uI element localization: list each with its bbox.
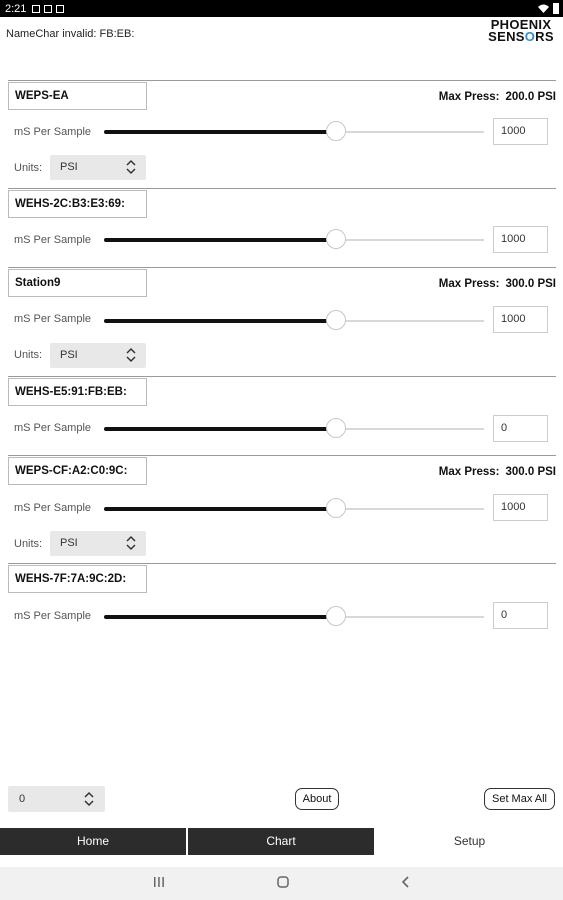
sample-rate-slider[interactable] bbox=[104, 310, 484, 330]
slider-thumb[interactable] bbox=[325, 121, 346, 141]
sensor-name-field[interactable]: Station9 bbox=[8, 269, 147, 297]
chevron-updown-icon bbox=[126, 347, 136, 363]
wifi-icon bbox=[538, 4, 549, 13]
sensor-count-select[interactable]: 0 bbox=[8, 786, 105, 812]
sensor-section: WEPS-EA Max Press: 200.0 PSI mS Per Sampl… bbox=[8, 80, 556, 189]
notification-icon bbox=[32, 4, 41, 13]
units-label: Units: bbox=[14, 538, 43, 550]
back-icon[interactable] bbox=[399, 875, 413, 889]
sensor-name-field[interactable]: WEHS-2C:B3:E3:69: bbox=[8, 190, 147, 218]
sensor-name-field[interactable]: WEPS-EA bbox=[8, 82, 147, 110]
status-bar: 2:21 bbox=[0, 0, 563, 17]
sensor-name-field[interactable]: WEHS-E5:91:FB:EB: bbox=[8, 378, 147, 406]
ms-value-field[interactable]: 0 bbox=[493, 602, 548, 629]
slider-thumb[interactable] bbox=[325, 310, 346, 330]
ms-per-sample-label: mS Per Sample bbox=[14, 422, 92, 434]
tab-bar: Home Chart Setup bbox=[0, 828, 563, 855]
notification-icon bbox=[56, 4, 65, 13]
sensor-name-field[interactable]: WEPS-CF:A2:C0:9C: bbox=[8, 457, 147, 485]
sample-rate-slider[interactable] bbox=[104, 229, 484, 249]
slider-thumb[interactable] bbox=[325, 418, 346, 438]
units-label: Units: bbox=[14, 349, 43, 361]
status-message: NameChar invalid: FB:EB: bbox=[6, 28, 135, 40]
ms-per-sample-label: mS Per Sample bbox=[14, 313, 92, 325]
tab-setup[interactable]: Setup bbox=[376, 828, 563, 855]
ms-value-field[interactable]: 1000 bbox=[493, 494, 548, 521]
chevron-updown-icon bbox=[126, 535, 136, 551]
ms-per-sample-label: mS Per Sample bbox=[14, 126, 92, 138]
sensor-section: WEHS-E5:91:FB:EB: mS Per Sample 0 bbox=[8, 376, 556, 456]
slider-thumb[interactable] bbox=[325, 229, 346, 249]
max-press-readout: Max Press: 300.0 PSI bbox=[438, 278, 556, 290]
ms-per-sample-label: mS Per Sample bbox=[14, 502, 92, 514]
system-nav-bar bbox=[0, 867, 563, 900]
recent-apps-icon[interactable] bbox=[152, 875, 166, 889]
sample-rate-slider[interactable] bbox=[104, 498, 484, 518]
units-select[interactable]: PSI bbox=[50, 531, 146, 556]
sensor-name-field[interactable]: WEHS-7F:7A:9C:2D: bbox=[8, 565, 147, 593]
sample-rate-slider[interactable] bbox=[104, 606, 484, 626]
sensor-section: Station9 Max Press: 300.0 PSI mS Per Samp… bbox=[8, 267, 556, 377]
phoenix-sensors-logo: PHOENIX SENSORS bbox=[488, 17, 554, 44]
sensor-section: WEHS-7F:7A:9C:2D: mS Per Sample 0 bbox=[8, 563, 556, 644]
units-select[interactable]: PSI bbox=[50, 343, 146, 368]
chevron-updown-icon bbox=[84, 791, 94, 807]
max-press-readout: Max Press: 300.0 PSI bbox=[438, 466, 556, 478]
units-select[interactable]: PSI bbox=[50, 155, 146, 180]
slider-thumb[interactable] bbox=[325, 606, 346, 626]
ms-value-field[interactable]: 1000 bbox=[493, 306, 548, 333]
sensor-section: WEPS-CF:A2:C0:9C: Max Press: 300.0 PSI mS… bbox=[8, 455, 556, 564]
units-label: Units: bbox=[14, 162, 43, 174]
sensor-section: WEHS-2C:B3:E3:69: mS Per Sample 1000 bbox=[8, 188, 556, 268]
set-max-all-button[interactable]: Set Max All bbox=[484, 788, 555, 810]
sample-rate-slider[interactable] bbox=[104, 418, 484, 438]
battery-icon bbox=[553, 3, 559, 14]
sample-rate-slider[interactable] bbox=[104, 121, 484, 141]
image-icon bbox=[44, 4, 53, 13]
max-press-readout: Max Press: 200.0 PSI bbox=[438, 91, 556, 103]
chevron-updown-icon bbox=[126, 159, 136, 175]
tab-home[interactable]: Home bbox=[0, 828, 186, 855]
ms-value-field[interactable]: 1000 bbox=[493, 226, 548, 253]
tab-chart[interactable]: Chart bbox=[188, 828, 374, 855]
home-nav-icon[interactable] bbox=[276, 875, 290, 889]
ms-value-field[interactable]: 0 bbox=[493, 415, 548, 442]
about-button[interactable]: About bbox=[295, 788, 339, 810]
status-time: 2:21 bbox=[5, 2, 27, 15]
ms-value-field[interactable]: 1000 bbox=[493, 118, 548, 145]
ms-per-sample-label: mS Per Sample bbox=[14, 610, 92, 622]
ms-per-sample-label: mS Per Sample bbox=[14, 234, 92, 246]
slider-thumb[interactable] bbox=[325, 498, 346, 518]
